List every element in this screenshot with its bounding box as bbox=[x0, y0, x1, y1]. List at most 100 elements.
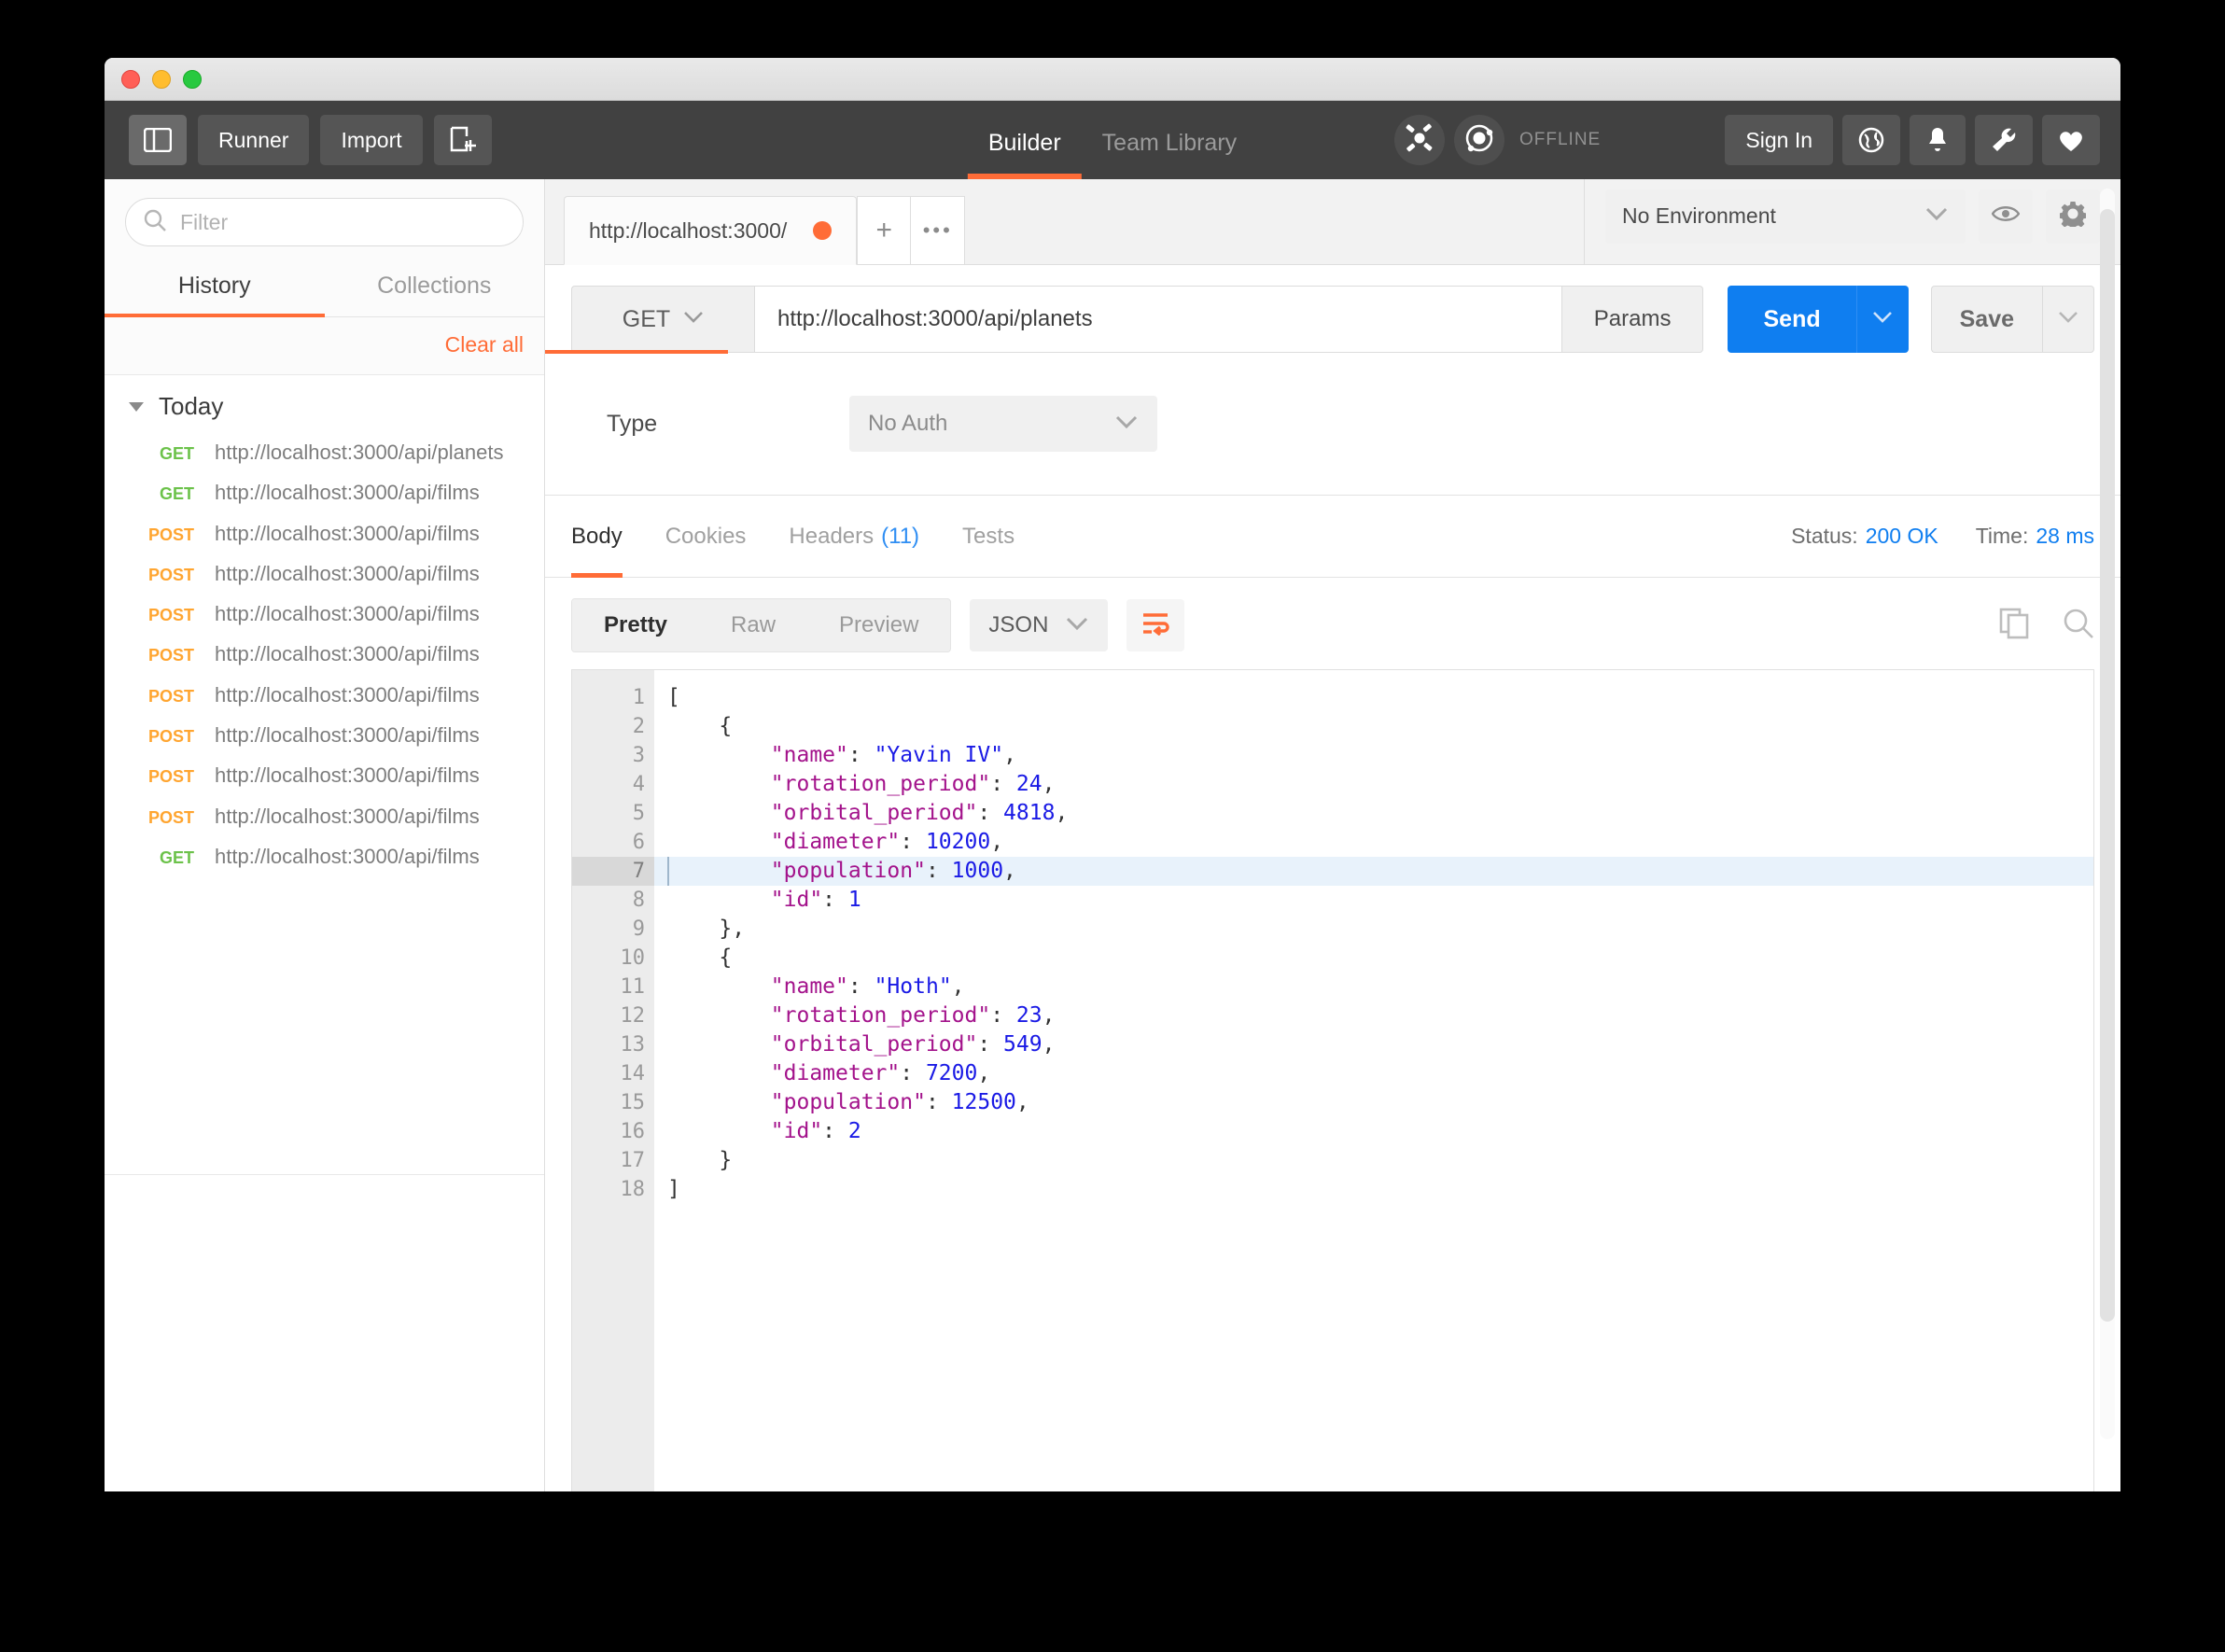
format-preview-button[interactable]: Preview bbox=[807, 599, 950, 651]
auth-type-label: Type bbox=[607, 411, 849, 438]
environment-select[interactable]: No Environment bbox=[1605, 189, 1966, 244]
nav-tab-team-library-label: Team Library bbox=[1102, 130, 1238, 156]
history-item[interactable]: GEThttp://localhost:3000/api/films bbox=[105, 472, 544, 512]
editor-token: "name" bbox=[667, 974, 848, 999]
globe-button[interactable] bbox=[1842, 115, 1900, 165]
editor-token: "Yavin IV" bbox=[875, 743, 1003, 767]
response-tab-body[interactable]: Body bbox=[571, 496, 623, 578]
environment-label: No Environment bbox=[1622, 203, 1776, 229]
import-label: Import bbox=[341, 128, 401, 153]
plus-icon: + bbox=[876, 215, 893, 246]
notifications-button[interactable] bbox=[1910, 115, 1966, 165]
close-window-button[interactable] bbox=[121, 70, 140, 89]
response-tab-cookies[interactable]: Cookies bbox=[665, 496, 747, 578]
vertical-scrollbar[interactable] bbox=[2100, 189, 2115, 1439]
editor-token: "diameter" bbox=[667, 830, 900, 854]
response-body-editor[interactable]: 123456789101112131415161718 [ { "name": … bbox=[571, 669, 2094, 1491]
editor-line: "id": 1 bbox=[654, 886, 2093, 915]
response-tab-cookies-label: Cookies bbox=[665, 524, 747, 550]
editor-token: 24 bbox=[1016, 772, 1043, 796]
editor-token: , bbox=[1055, 801, 1068, 825]
add-tab-button[interactable]: + bbox=[857, 196, 911, 265]
history-item-url: http://localhost:3000/api/films bbox=[215, 562, 480, 585]
response-language-select[interactable]: JSON bbox=[970, 599, 1108, 651]
history-item-method: POST bbox=[129, 642, 215, 665]
maximize-window-button[interactable] bbox=[183, 70, 202, 89]
history-item[interactable]: POSThttp://localhost:3000/api/films bbox=[105, 715, 544, 755]
editor-token: "id" bbox=[667, 1119, 822, 1143]
unsaved-dot-icon bbox=[813, 221, 832, 240]
runner-button[interactable]: Runner bbox=[198, 115, 309, 165]
format-pretty-button[interactable]: Pretty bbox=[572, 599, 699, 651]
history-item[interactable]: GEThttp://localhost:3000/api/planets bbox=[105, 432, 544, 472]
favorites-button[interactable] bbox=[2042, 115, 2100, 165]
history-group-today[interactable]: Today bbox=[105, 375, 544, 432]
editor-content[interactable]: [ { "name": "Yavin IV", "rotation_period… bbox=[654, 670, 2093, 1491]
history-item-method: POST bbox=[129, 602, 215, 625]
editor-line-number: 12 bbox=[572, 1001, 654, 1030]
environment-quick-look-button[interactable] bbox=[1979, 189, 2033, 244]
history-item[interactable]: GEThttp://localhost:3000/api/films bbox=[105, 836, 544, 876]
nav-tab-builder[interactable]: Builder bbox=[968, 130, 1082, 179]
filter-box[interactable] bbox=[125, 198, 524, 246]
new-window-button[interactable] bbox=[434, 115, 492, 165]
main-panel: http://localhost:3000/ + ••• No Environm… bbox=[545, 179, 2120, 1491]
scrollbar-thumb[interactable] bbox=[2100, 209, 2115, 1322]
editor-token: [ bbox=[667, 685, 680, 709]
history-item[interactable]: POSThttp://localhost:3000/api/films bbox=[105, 634, 544, 674]
filter-input[interactable] bbox=[180, 210, 506, 235]
history-item[interactable]: POSThttp://localhost:3000/api/films bbox=[105, 755, 544, 795]
history-item[interactable]: POSThttp://localhost:3000/api/films bbox=[105, 796, 544, 836]
sync-button[interactable] bbox=[1454, 115, 1504, 165]
sidebar-tab-collections[interactable]: Collections bbox=[325, 259, 545, 316]
request-tab[interactable]: http://localhost:3000/ bbox=[564, 196, 857, 265]
save-button[interactable]: Save bbox=[1931, 286, 2042, 353]
sidebar-toggle-button[interactable] bbox=[129, 115, 187, 165]
sign-in-button[interactable]: Sign In bbox=[1725, 115, 1833, 165]
clear-all-button[interactable]: Clear all bbox=[445, 332, 524, 357]
sidebar-tab-history[interactable]: History bbox=[105, 259, 325, 316]
history-item-url: http://localhost:3000/api/films bbox=[215, 763, 480, 787]
response-tab-headers[interactable]: Headers (11) bbox=[789, 496, 919, 578]
editor-line: "rotation_period": 23, bbox=[654, 1001, 2093, 1030]
import-button[interactable]: Import bbox=[320, 115, 422, 165]
history-item[interactable]: POSThttp://localhost:3000/api/films bbox=[105, 513, 544, 553]
save-button-group: Save bbox=[1931, 286, 2094, 353]
response-format-segments: Pretty Raw Preview bbox=[571, 598, 951, 652]
search-icon[interactable] bbox=[2063, 608, 2094, 644]
send-options-button[interactable] bbox=[1856, 286, 1909, 353]
editor-token: "Hoth" bbox=[875, 974, 952, 999]
auth-type-select[interactable]: No Auth bbox=[849, 396, 1157, 452]
save-options-button[interactable] bbox=[2042, 286, 2094, 353]
request-url-input[interactable] bbox=[777, 306, 1539, 332]
interceptor-button[interactable] bbox=[1394, 115, 1445, 165]
history-item-url: http://localhost:3000/api/films bbox=[215, 642, 480, 665]
history-item[interactable]: POSThttp://localhost:3000/api/films bbox=[105, 553, 544, 594]
environment-settings-button[interactable] bbox=[2046, 189, 2100, 244]
more-tabs-button[interactable]: ••• bbox=[911, 196, 965, 265]
request-url-box[interactable] bbox=[754, 286, 1562, 353]
response-headers-count: (11) bbox=[881, 524, 919, 550]
format-raw-button[interactable]: Raw bbox=[699, 599, 807, 651]
editor-line-number: 5 bbox=[572, 799, 654, 828]
editor-line: [ bbox=[654, 683, 2093, 712]
history-item[interactable]: POSThttp://localhost:3000/api/films bbox=[105, 675, 544, 715]
params-button[interactable]: Params bbox=[1562, 286, 1704, 353]
editor-token: 23 bbox=[1016, 1003, 1043, 1028]
chevron-down-icon bbox=[129, 402, 144, 412]
editor-token: , bbox=[1043, 1032, 1056, 1057]
format-preview-label: Preview bbox=[839, 612, 918, 638]
editor-line: } bbox=[654, 1146, 2093, 1175]
word-wrap-button[interactable] bbox=[1126, 599, 1184, 651]
minimize-window-button[interactable] bbox=[152, 70, 171, 89]
settings-wrench-button[interactable] bbox=[1975, 115, 2033, 165]
send-button[interactable]: Send bbox=[1728, 286, 1855, 353]
editor-line: "orbital_period": 549, bbox=[654, 1030, 2093, 1059]
nav-tab-builder-label: Builder bbox=[988, 130, 1061, 156]
copy-icon[interactable] bbox=[1999, 608, 2031, 644]
history-item[interactable]: POSThttp://localhost:3000/api/films bbox=[105, 594, 544, 634]
response-meta: Status: 200 OK Time: 28 ms bbox=[1791, 524, 2094, 549]
http-method-select[interactable]: GET bbox=[571, 286, 754, 353]
nav-tab-team-library[interactable]: Team Library bbox=[1082, 130, 1258, 179]
response-tab-tests[interactable]: Tests bbox=[962, 496, 1015, 578]
